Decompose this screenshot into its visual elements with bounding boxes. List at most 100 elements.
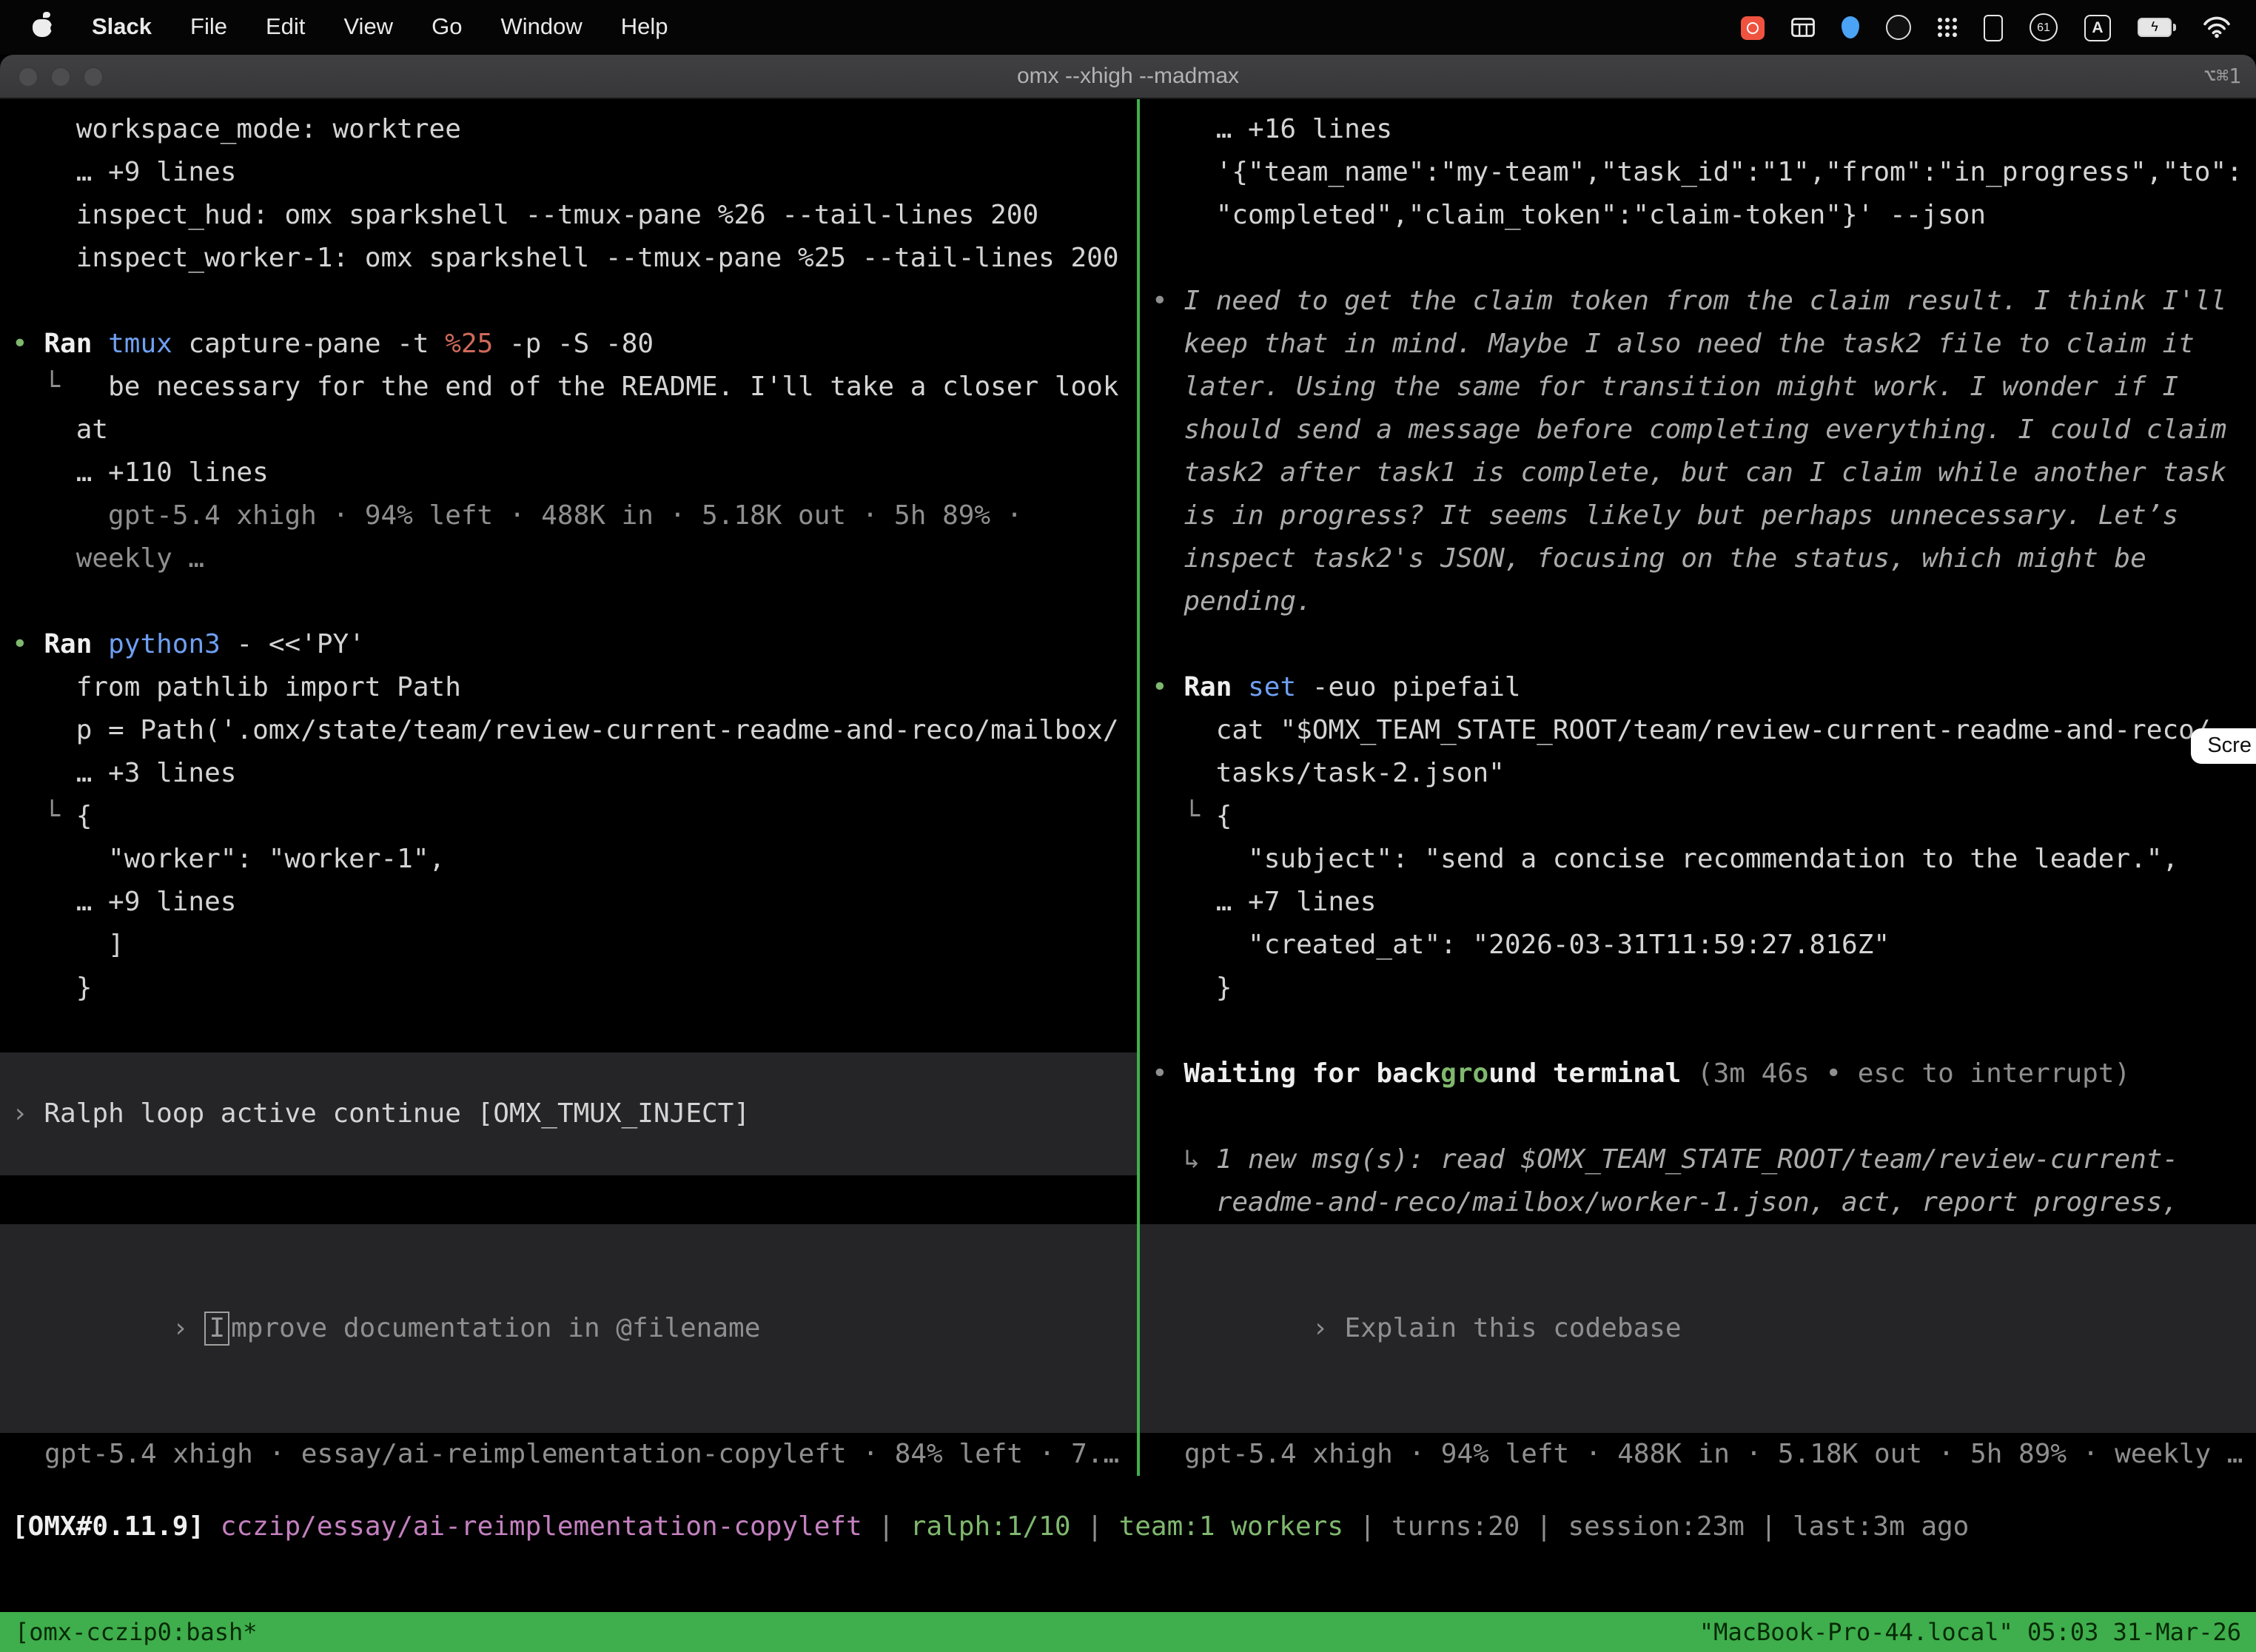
text-segment: "subject": "send a concise recommendatio…: [1152, 844, 2178, 875]
composer-prompt: ›: [172, 1313, 189, 1344]
tmux-host-clock: "MacBook-Pro-44.local" 05:03 31-Mar-26: [1699, 1618, 2241, 1646]
window-titlebar: omx --xhigh --madmax ⌥⌘1: [0, 55, 2256, 99]
menu-bar-status-icons: 61 A ϟ: [1728, 13, 2244, 41]
menu-view[interactable]: View: [324, 14, 412, 41]
composer-prompt: ›: [1312, 1313, 1329, 1344]
apple-logo-icon: [31, 11, 53, 36]
menu-file[interactable]: File: [171, 14, 246, 41]
text-segment: •: [1152, 1058, 1184, 1089]
text-segment: (3m 46s • esc to interrupt): [1681, 1058, 2130, 1089]
terminal-line: "created_at": "2026-03-31T11:59:27.816Z": [1140, 924, 2256, 967]
device-icon[interactable]: [1984, 14, 2003, 41]
macos-desktop: Slack File Edit View Go Window Help 61 A…: [0, 0, 2256, 1652]
gauge-badge-icon[interactable]: 61: [2030, 13, 2058, 41]
terminal-line: tasks/task-2.json": [1140, 752, 2256, 795]
zoom-button[interactable]: [83, 66, 104, 87]
text-segment: keep that in mind. Maybe I also need the…: [1152, 329, 2195, 360]
app-menu-slack[interactable]: Slack: [73, 14, 171, 41]
screenshot-popover[interactable]: Scre: [2191, 728, 2256, 764]
terminal-line: [0, 1010, 1137, 1052]
text-segment: |: [862, 1511, 910, 1542]
text-segment: should send a message before completing …: [1152, 414, 2226, 446]
menu-help[interactable]: Help: [602, 14, 688, 41]
text-segment: … +110 lines: [12, 457, 269, 488]
text-segment: 1 new msg(s): read $OMX_TEAM_STATE_ROOT/…: [1216, 1144, 2178, 1175]
traffic-lights: [0, 66, 104, 87]
terminal-line: }: [1140, 967, 2256, 1010]
terminal-line: … +9 lines: [0, 151, 1137, 194]
terminal-line: … +16 lines: [1140, 108, 2256, 151]
terminal-line: [1140, 623, 2256, 666]
tmux-session-label: [omx-cczip0:bash*: [15, 1618, 258, 1646]
table-grid-icon[interactable]: [1791, 18, 1815, 37]
text-segment: •: [1152, 672, 1184, 703]
apple-menu[interactable]: [12, 11, 73, 44]
terminal-line: is in progress? It seems likely but perh…: [1140, 494, 2256, 537]
composer-input-right[interactable]: › Explain this codebase: [1140, 1224, 2256, 1433]
wifi-icon[interactable]: [2203, 16, 2231, 38]
menu-edit[interactable]: Edit: [246, 14, 324, 41]
terminal-line: keep that in mind. Maybe I also need the…: [1140, 323, 2256, 366]
text-segment: |: [1071, 1511, 1119, 1542]
text-segment: inspect_worker-1: omx sparkshell --tmux-…: [12, 243, 1119, 274]
text-segment: Ran: [1184, 672, 1248, 703]
text-segment: pending.: [1152, 586, 1312, 617]
text-segment: … +7 lines: [1152, 887, 1376, 918]
text-segment: tasks/task-2.json": [1152, 758, 1505, 789]
close-button[interactable]: [18, 66, 38, 87]
menu-bar-left: Slack File Edit View Go Window Help: [12, 11, 688, 44]
terminal-line: … +110 lines: [0, 451, 1137, 494]
terminal-line: pending.: [1140, 580, 2256, 623]
text-segment: later. Using the same for transition mig…: [1152, 372, 2178, 403]
terminal-line: "worker": "worker-1",: [0, 838, 1137, 881]
terminal-line: … +7 lines: [1140, 881, 2256, 924]
text-segment: Ran: [44, 329, 108, 360]
model-status-line-left: gpt-5.4 xhigh · essay/ai-reimplementatio…: [0, 1433, 1137, 1476]
menu-window[interactable]: Window: [481, 14, 601, 41]
dots-grid-icon[interactable]: [1938, 18, 1957, 37]
text-segment: [204, 1511, 221, 1542]
terminal-output-left: workspace_mode: worktree … +9 lines insp…: [0, 99, 1137, 1224]
text-segment: inspect_hud: omx sparkshell --tmux-pane …: [12, 200, 1038, 231]
text-segment: from pathlib import Path: [12, 672, 461, 703]
terminal-line: }: [0, 967, 1137, 1010]
text-segment: └: [12, 372, 108, 403]
composer-placeholder: Explain this codebase: [1344, 1313, 1681, 1344]
text-segment: •: [12, 629, 44, 660]
terminal-window: omx --xhigh --madmax ⌥⌘1 workspace_mode:…: [0, 55, 2256, 1652]
text-segment: └: [1152, 801, 1216, 832]
text-segment: gpt-5.4 xhigh · 94% left · 488K in · 5.1…: [12, 500, 1022, 531]
text-segment: Waiting for back: [1184, 1058, 1440, 1089]
input-source-icon[interactable]: A: [2084, 14, 2111, 41]
composer-input-left[interactable]: ›Improve documentation in @filename: [0, 1224, 1137, 1433]
text-segment: python3: [108, 629, 221, 660]
text-segment: … +9 lines: [12, 157, 236, 188]
droplet-icon[interactable]: [1842, 16, 1859, 38]
text-segment: -p -S -80: [493, 329, 654, 360]
terminal-line: at: [0, 409, 1137, 451]
text-segment: |: [1520, 1511, 1568, 1542]
terminal-line: [1140, 237, 2256, 280]
menu-go[interactable]: Go: [412, 14, 481, 41]
terminal-line: • Ran tmux capture-pane -t %25 -p -S -80: [0, 323, 1137, 366]
terminal-line: task2 after task1 is complete, but can I…: [1140, 451, 2256, 494]
terminal-line: "completed","claim_token":"claim-token"}…: [1140, 194, 2256, 237]
text-cursor: I: [204, 1312, 229, 1346]
text-segment: [OMX#0.11.9]: [12, 1511, 204, 1542]
minimize-button[interactable]: [50, 66, 71, 87]
disc-icon[interactable]: [1886, 15, 1911, 40]
terminal-line: p = Path('.omx/state/team/review-current…: [0, 709, 1137, 752]
notice-band: › Ralph loop active continue [OMX_TMUX_I…: [0, 1052, 1137, 1175]
terminal-line: • I need to get the claim token from the…: [1140, 280, 2256, 323]
battery-icon[interactable]: ϟ: [2138, 18, 2176, 37]
terminal-line: workspace_mode: worktree: [0, 108, 1137, 151]
record-indicator-icon[interactable]: [1741, 16, 1765, 39]
pane-right[interactable]: … +16 lines '{"team_name":"my-team","tas…: [1140, 99, 2256, 1476]
window-shortcut-hint: ⌥⌘1: [2203, 64, 2241, 88]
terminal-line: ↳ 1 new msg(s): read $OMX_TEAM_STATE_ROO…: [1140, 1138, 2256, 1181]
terminal-line: weekly …: [0, 537, 1137, 580]
terminal-line: cat "$OMX_TEAM_STATE_ROOT/team/review-cu…: [1140, 709, 2256, 752]
pane-left[interactable]: workspace_mode: worktree … +9 lines insp…: [0, 99, 1137, 1476]
text-segment: "completed","claim_token":"claim-token"}…: [1152, 200, 1986, 231]
text-segment: I need to get the claim token from the c…: [1184, 286, 2226, 317]
